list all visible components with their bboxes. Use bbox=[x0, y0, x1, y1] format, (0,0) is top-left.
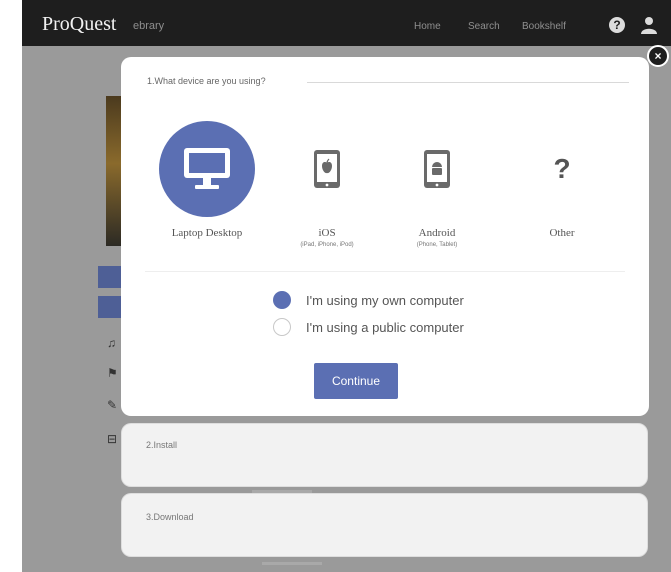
device-name: Android bbox=[418, 227, 456, 239]
question-mark-icon: ? bbox=[553, 153, 571, 184]
device-icon-circle bbox=[159, 121, 255, 217]
continue-button[interactable]: Continue bbox=[314, 363, 398, 399]
device-icon-circle bbox=[389, 121, 485, 217]
device-option-laptop-desktop[interactable]: Laptop Desktop bbox=[147, 121, 267, 261]
background-edit-icon: ✎ bbox=[107, 398, 118, 412]
close-dialog-button[interactable]: × bbox=[647, 45, 669, 67]
background-text-line bbox=[262, 562, 322, 565]
brand-product-name: ebrary bbox=[133, 20, 165, 32]
device-icon-circle: ? bbox=[514, 121, 610, 217]
brand-logo[interactable]: ProQuest bbox=[42, 13, 116, 36]
device-name: Other bbox=[549, 227, 575, 239]
user-icon[interactable] bbox=[641, 16, 657, 34]
device-name: Laptop Desktop bbox=[171, 227, 243, 239]
step-1-title: 1.What device are you using? bbox=[147, 76, 266, 86]
help-icon[interactable]: ? bbox=[609, 17, 625, 33]
background-read-button bbox=[98, 266, 122, 288]
device-option-android[interactable]: Android (Phone, Tablet) bbox=[377, 121, 497, 261]
monitor-icon bbox=[184, 148, 230, 189]
radio-label: I'm using a public computer bbox=[306, 320, 464, 335]
top-navbar: ProQuest ebrary Home Search Bookshelf ? bbox=[22, 0, 671, 46]
nav-home-link[interactable]: Home bbox=[414, 21, 441, 32]
device-subtitle: (iPad, iPhone, iPod) bbox=[300, 242, 354, 248]
nav-search-link[interactable]: Search bbox=[468, 21, 500, 32]
step-title-divider bbox=[307, 82, 629, 83]
radio-unselected-icon[interactable] bbox=[273, 318, 291, 336]
radio-label: I'm using my own computer bbox=[306, 293, 464, 308]
section-divider bbox=[145, 271, 625, 272]
step-2-title: 2.Install bbox=[146, 440, 178, 450]
background-tag-icon: ⚑ bbox=[107, 366, 118, 380]
device-option-ios[interactable]: iOS (iPad, iPhone, iPod) bbox=[267, 121, 387, 261]
ios-device-icon bbox=[314, 150, 340, 188]
device-selection-dialog: 1.What device are you using? Laptop Desk… bbox=[121, 57, 649, 416]
install-step-panel[interactable]: 2.Install bbox=[121, 423, 648, 487]
device-icon-circle bbox=[279, 121, 375, 217]
device-subtitle: (Phone, Tablet) bbox=[416, 242, 458, 248]
background-download-button bbox=[98, 296, 122, 318]
android-device-icon bbox=[424, 150, 450, 188]
background-cite-icon: ⊟ bbox=[107, 432, 118, 446]
device-name: iOS bbox=[318, 227, 336, 239]
background-audio-icon: ♫ bbox=[107, 336, 116, 350]
nav-bookshelf-link[interactable]: Bookshelf bbox=[522, 21, 566, 32]
device-option-other[interactable]: ? Other bbox=[502, 121, 622, 261]
radio-selected-icon[interactable] bbox=[273, 291, 291, 309]
download-step-panel[interactable]: 3.Download bbox=[121, 493, 648, 557]
step-3-title: 3.Download bbox=[146, 512, 194, 522]
